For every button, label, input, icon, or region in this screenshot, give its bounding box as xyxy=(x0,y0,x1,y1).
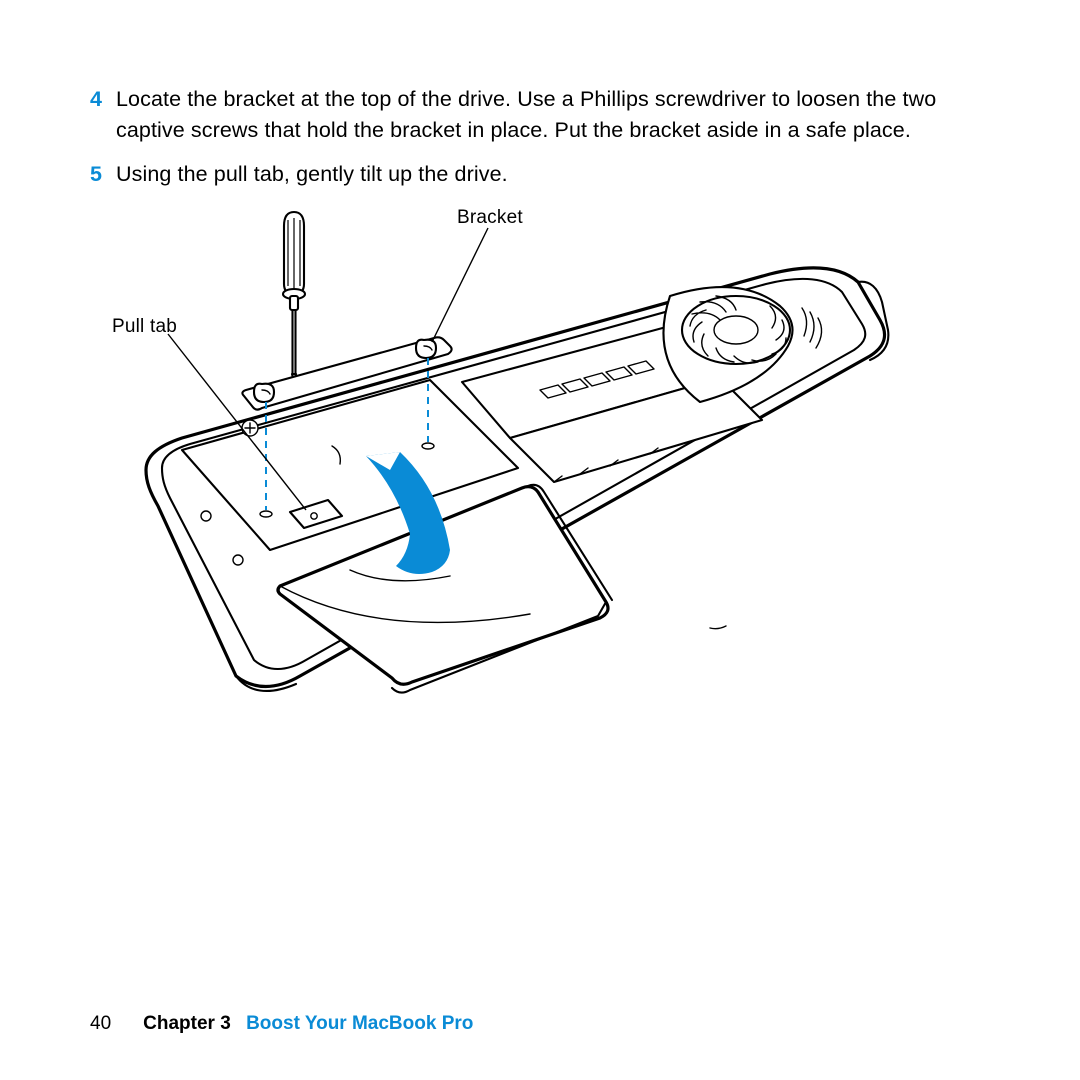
label-bracket: Bracket xyxy=(457,207,523,229)
chapter-title: Boost Your MacBook Pro xyxy=(246,1013,473,1034)
manual-page: 4 Locate the bracket at the top of the d… xyxy=(0,0,1080,1080)
figure-labels: Bracket Pull tab xyxy=(0,0,1080,1080)
page-number: 40 xyxy=(90,1013,111,1035)
label-pulltab: Pull tab xyxy=(112,316,177,338)
chapter-label: Chapter 3 xyxy=(143,1013,231,1034)
chapter-reference: Chapter 3 Boost Your MacBook Pro xyxy=(143,1013,473,1035)
page-footer: 40 Chapter 3 Boost Your MacBook Pro xyxy=(90,1013,473,1035)
